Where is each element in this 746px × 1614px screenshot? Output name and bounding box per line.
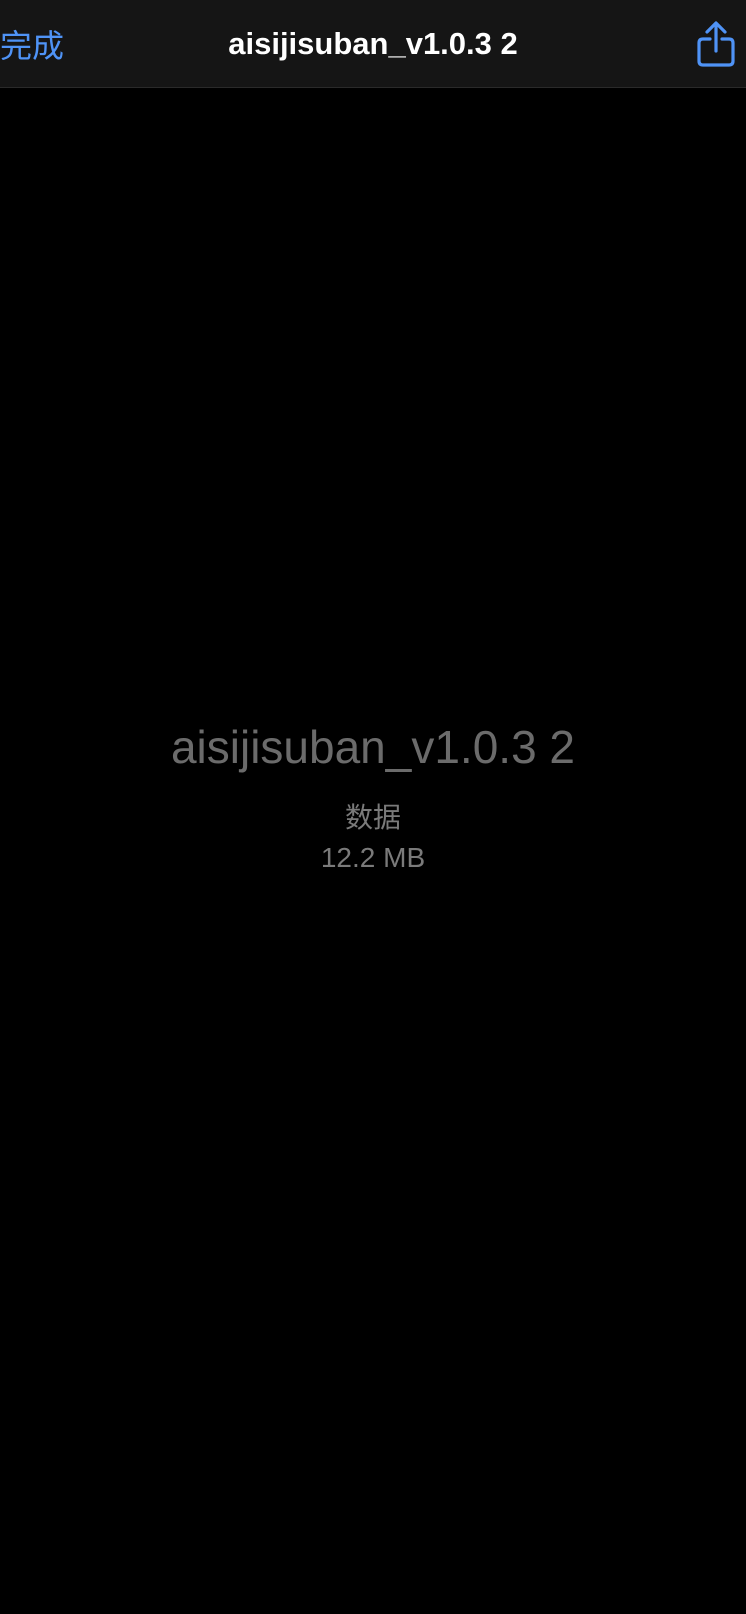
share-icon bbox=[696, 21, 736, 67]
quick-look-screen: 完成 aisijisuban_v1.0.3 2 aisijisuban_v1.0… bbox=[0, 0, 746, 1614]
nav-title: aisijisuban_v1.0.3 2 bbox=[228, 26, 518, 61]
navigation-bar: 完成 aisijisuban_v1.0.3 2 bbox=[0, 0, 746, 88]
file-name: aisijisuban_v1.0.3 2 bbox=[170, 721, 576, 773]
file-size: 12.2 MB bbox=[320, 842, 426, 873]
share-button[interactable] bbox=[686, 0, 746, 88]
file-type: 数据 bbox=[344, 801, 401, 834]
done-button[interactable]: 完成 bbox=[0, 0, 68, 88]
file-info: aisijisuban_v1.0.3 2 数据 12.2 MB bbox=[0, 720, 746, 876]
